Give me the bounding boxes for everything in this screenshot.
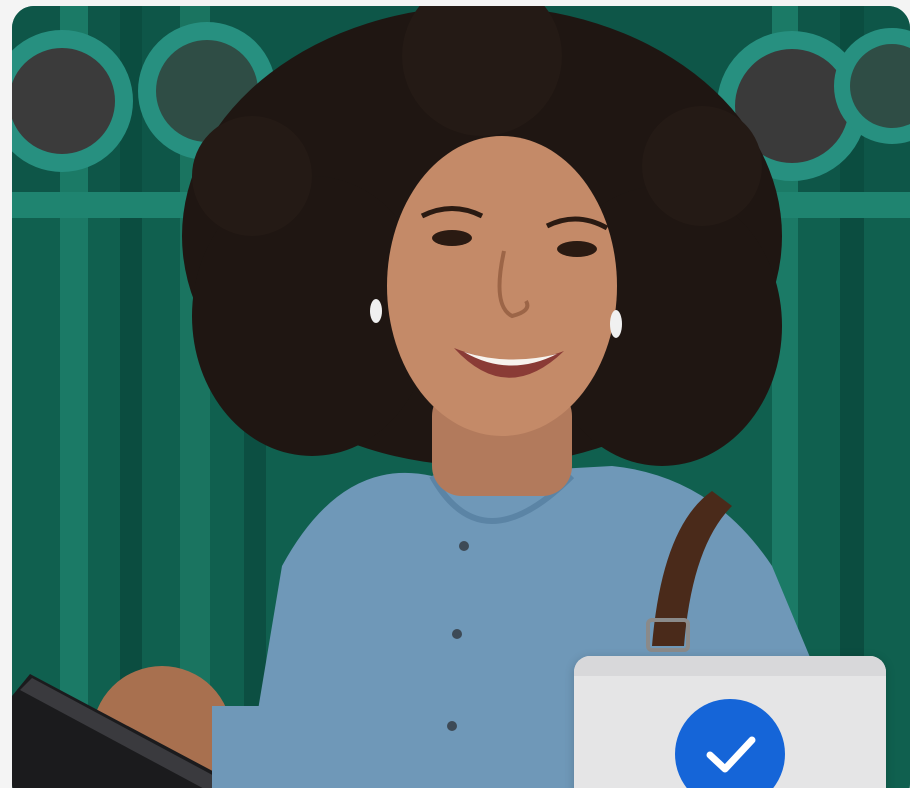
checkmark-icon	[706, 736, 756, 773]
screen	[0, 0, 910, 788]
success-badge	[675, 699, 785, 788]
card-header-shade	[574, 656, 886, 676]
confirmation-card	[574, 656, 886, 788]
